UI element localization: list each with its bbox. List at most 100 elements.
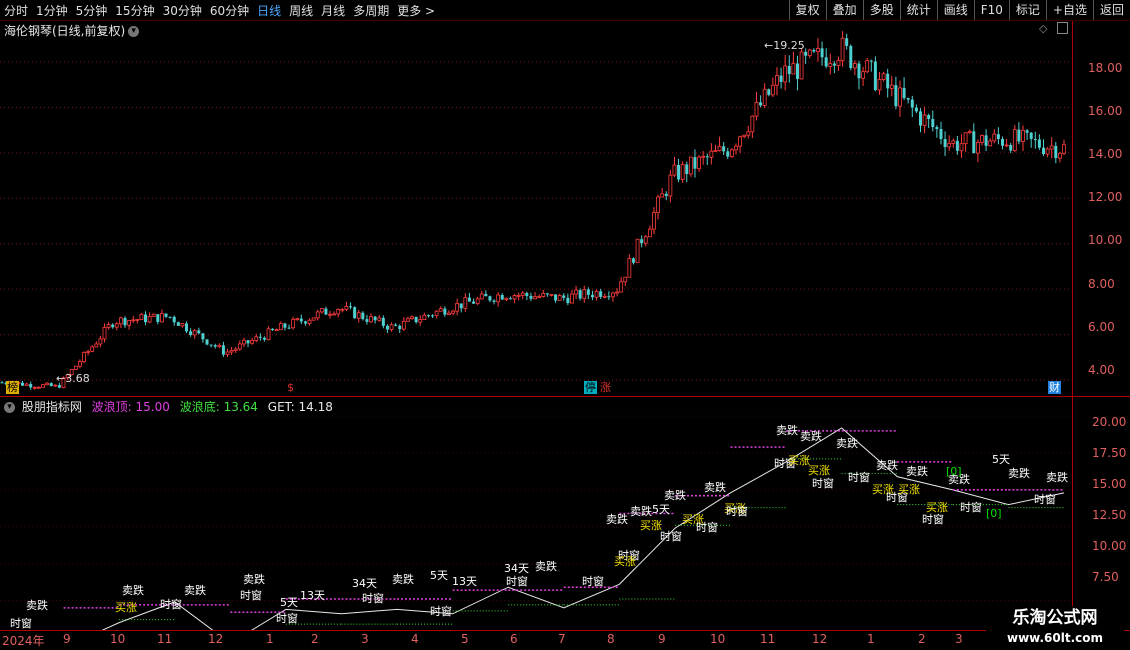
finance-marker[interactable]: 财 <box>1048 381 1061 394</box>
tf-1min[interactable]: 1分钟 <box>32 2 72 19</box>
f10-button[interactable]: F10 <box>973 0 1009 20</box>
candle-body <box>160 313 164 323</box>
tf-multi[interactable]: 多周期 <box>349 2 393 19</box>
candle-body <box>151 313 156 317</box>
candle-body <box>1004 144 1009 147</box>
candle-body <box>189 331 193 335</box>
candle-body <box>709 150 714 158</box>
candle-body <box>98 338 103 345</box>
candle-body <box>418 319 423 323</box>
candle-body <box>102 326 107 340</box>
candle-body <box>754 101 759 117</box>
candle-body <box>242 339 246 345</box>
tf-intraday[interactable]: 分时 <box>0 2 32 19</box>
candle-body <box>319 308 324 313</box>
candle-body <box>147 315 152 323</box>
candle-body <box>865 60 870 73</box>
tf-5min[interactable]: 5分钟 <box>72 2 112 19</box>
tf-daily[interactable]: 日线 <box>253 2 285 19</box>
draw-line-button[interactable]: 画线 <box>936 0 974 20</box>
indicator-y-tick: 7.50 <box>1092 570 1119 584</box>
tf-monthly[interactable]: 月线 <box>317 2 349 19</box>
candle-body <box>607 296 611 298</box>
candle-body <box>340 308 345 311</box>
candle-body <box>787 65 791 75</box>
indicator-y-tick: 12.50 <box>1092 508 1127 522</box>
candle-body <box>963 132 968 145</box>
candle-body <box>881 73 886 80</box>
candle-body <box>799 51 804 80</box>
candle-body <box>1062 144 1066 154</box>
tf-15min[interactable]: 15分钟 <box>111 2 158 19</box>
candle-body <box>664 193 668 197</box>
candle-body <box>832 63 836 66</box>
back-button[interactable]: 返回 <box>1092 0 1130 20</box>
candle-body <box>873 61 877 90</box>
candle-body <box>549 293 554 296</box>
candle-body <box>775 75 779 86</box>
candle-body <box>717 145 722 151</box>
dollar-marker[interactable]: $ <box>286 381 295 394</box>
candle-body <box>176 322 180 326</box>
candle-body <box>426 315 430 317</box>
indicator-y-tick: 10.00 <box>1092 539 1127 553</box>
candle-body <box>356 312 361 319</box>
overlay-button[interactable]: 叠加 <box>825 0 863 20</box>
candle-body <box>1041 147 1045 155</box>
limit-up-marker[interactable]: 涨 <box>599 381 612 394</box>
candle-body <box>685 164 689 174</box>
halt-marker[interactable]: 停 <box>584 381 597 394</box>
candle-body <box>361 312 365 320</box>
candle-body <box>750 115 755 133</box>
candle-body <box>1033 138 1037 140</box>
candle-body <box>492 300 496 302</box>
candle-body <box>647 228 652 238</box>
candlestick-chart[interactable] <box>0 21 1072 396</box>
candle-body <box>344 305 349 310</box>
candle-body <box>562 295 566 298</box>
candle-body <box>939 129 943 140</box>
multi-stock-button[interactable]: 多股 <box>862 0 900 20</box>
restore-rights-button[interactable]: 复权 <box>788 0 826 20</box>
add-watchlist-button[interactable]: +自选 <box>1045 0 1093 20</box>
candle-body <box>898 87 902 107</box>
candle-body <box>278 323 283 331</box>
watermark-title: 乐淘公式网 <box>1012 608 1098 628</box>
candle-body <box>959 143 964 152</box>
candle-body <box>336 309 341 315</box>
candle-body <box>508 298 512 300</box>
tf-weekly[interactable]: 周线 <box>285 2 317 19</box>
tf-more[interactable]: 更多 > <box>393 2 439 19</box>
rank-marker[interactable]: 榜 <box>6 381 19 394</box>
indicator-chart[interactable] <box>0 397 1072 630</box>
candle-body <box>975 141 980 154</box>
candle-body <box>804 51 808 56</box>
candle-body <box>807 49 812 57</box>
candle-body <box>271 328 275 331</box>
x-tick: 10 <box>110 632 126 646</box>
candle-body <box>1025 130 1029 133</box>
candle-body <box>705 156 709 158</box>
candle-body <box>185 323 189 332</box>
candle-body <box>631 258 635 263</box>
candle-body <box>861 71 865 79</box>
candle-body <box>688 156 693 175</box>
indicator-axis-line <box>1072 397 1073 630</box>
candle-body <box>914 107 918 112</box>
tf-60min[interactable]: 60分钟 <box>206 2 253 19</box>
candle-body <box>1057 152 1062 159</box>
candle-body <box>123 317 127 326</box>
candle-body <box>783 65 788 83</box>
candle-body <box>274 329 279 332</box>
candle-body <box>365 319 369 322</box>
low-price-label: ←3.68 <box>56 372 90 385</box>
candle-body <box>668 174 673 197</box>
x-tick: 12 <box>812 632 828 646</box>
statistics-button[interactable]: 统计 <box>899 0 937 20</box>
candle-body <box>299 318 303 322</box>
mark-button[interactable]: 标记 <box>1008 0 1046 20</box>
candle-body <box>467 297 471 302</box>
high-price-label: ←19.25 <box>764 39 805 52</box>
axis-separator <box>0 630 1130 631</box>
tf-30min[interactable]: 30分钟 <box>159 2 206 19</box>
